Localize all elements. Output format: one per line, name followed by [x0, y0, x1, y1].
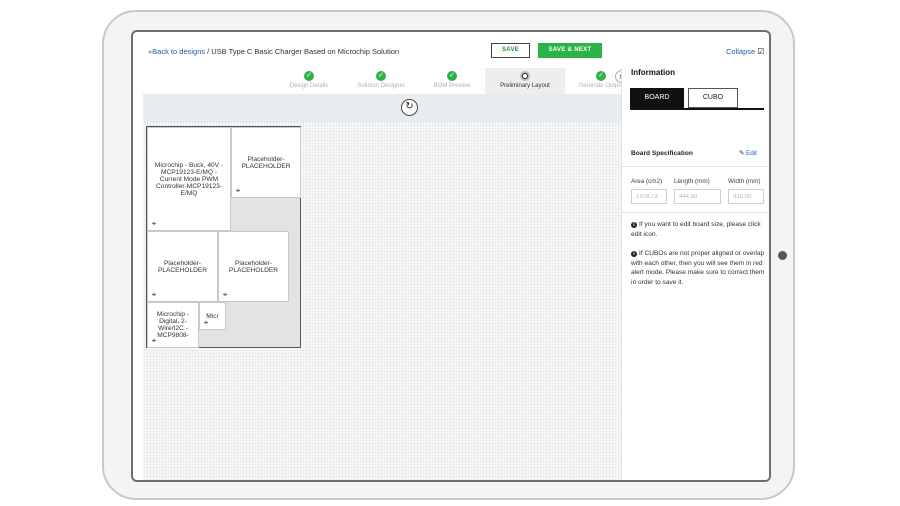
design-title: USB Type C Basic Charger Based on Microc… — [211, 47, 400, 56]
information-panel: Information BOARD CUBO Board Specificati… — [621, 68, 769, 480]
length-label: Length (mm) — [674, 178, 710, 185]
crosshair-icon[interactable]: ⌖ — [234, 187, 242, 195]
crosshair-icon[interactable]: ⌖ — [150, 337, 158, 345]
info-icon: i — [631, 222, 637, 228]
breadcrumb: «Back to designs / USB Type C Basic Charge… — [148, 47, 399, 56]
crosshair-icon[interactable]: ⌖ — [150, 220, 158, 228]
crosshair-icon[interactable]: ⌖ — [221, 291, 229, 299]
layout-canvas[interactable]: ↻ Microchip - Buck, 40V - MCP19123-E/MQ … — [143, 94, 621, 480]
check-icon: ✓ — [596, 71, 606, 81]
panel-tabs: BOARD CUBO — [630, 88, 764, 110]
cubo-block[interactable]: Micr ⌖ — [199, 302, 226, 330]
info-note: i If CUBOs are not proper aligned or over… — [631, 250, 765, 286]
collapse-checkbox-icon: ☑ — [757, 47, 765, 56]
check-icon: ✓ — [376, 71, 386, 81]
breadcrumb-separator: / — [207, 47, 210, 56]
board-spec-title: Board Specification — [631, 150, 693, 157]
pencil-icon: ✎ — [739, 150, 745, 157]
crosshair-icon[interactable]: ⌖ — [202, 319, 210, 327]
check-icon: ✓ — [304, 71, 314, 81]
tablet-home-button — [778, 251, 787, 260]
progress-steps: ✓ Design Details ✓ Solution Designer ✓ B… — [133, 68, 623, 94]
collapse-link[interactable]: Collapse ☑ — [726, 47, 764, 56]
cubo-block[interactable]: Microchip - Digital, 2-Wire/I2C - MCP980… — [147, 302, 199, 348]
save-next-button[interactable]: SAVE & NEXT — [538, 43, 602, 58]
header: «Back to designs / USB Type C Basic Charge… — [133, 32, 769, 68]
length-field[interactable] — [674, 189, 721, 204]
info-note: i If you want to edit board size, please … — [631, 221, 761, 238]
back-to-designs-link[interactable]: «Back to designs — [148, 47, 205, 56]
cubo-block[interactable]: Placeholder-PLACEHOLDER ⌖ — [218, 231, 289, 302]
area-field[interactable] — [631, 189, 667, 204]
tab-board[interactable]: BOARD — [630, 88, 684, 108]
step-bom-preview[interactable]: ✓ BOM Preview — [412, 68, 492, 94]
edit-board-link[interactable]: ✎ Edit — [739, 150, 757, 157]
panel-title: Information — [631, 68, 675, 77]
info-icon: i — [631, 251, 637, 257]
current-step-icon — [520, 71, 530, 81]
divider — [622, 212, 769, 213]
cubo-block[interactable]: Placeholder-PLACEHOLDER ⌖ — [147, 231, 218, 302]
cubo-block[interactable]: Microchip - Buck, 40V - MCP19123-E/MQ - … — [147, 127, 231, 231]
width-label: Width (mm) — [728, 178, 761, 185]
crosshair-icon[interactable]: ⌖ — [150, 291, 158, 299]
step-preliminary-layout[interactable]: Preliminary Layout — [485, 68, 565, 94]
area-label: Area (cm2) — [631, 178, 663, 185]
check-icon: ✓ — [447, 71, 457, 81]
step-solution-designer[interactable]: ✓ Solution Designer — [341, 68, 421, 94]
divider — [622, 166, 769, 167]
reset-layout-icon[interactable]: ↻ — [401, 99, 418, 116]
step-design-details[interactable]: ✓ Design Details — [269, 68, 349, 94]
canvas-toolbar: ↻ — [143, 94, 621, 122]
save-button[interactable]: SAVE — [491, 43, 530, 58]
pcb-board: Microchip - Buck, 40V - MCP19123-E/MQ - … — [146, 126, 301, 348]
cubo-block[interactable]: Placeholder-PLACEHOLDER ⌖ — [231, 127, 301, 198]
app-screen: «Back to designs / USB Type C Basic Charge… — [131, 30, 771, 482]
tab-cubo[interactable]: CUBO — [688, 88, 738, 108]
width-field[interactable] — [728, 189, 764, 204]
